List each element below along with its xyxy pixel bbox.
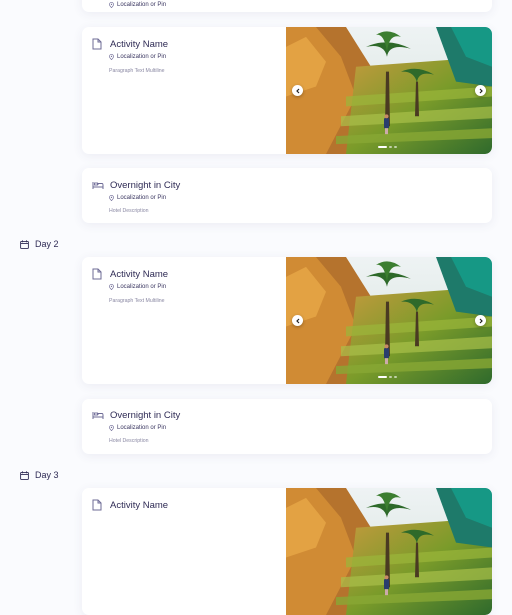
map-pin-icon	[109, 54, 114, 60]
location-text: Localization or Pin	[117, 284, 167, 290]
day-header[interactable]: Day 2	[20, 239, 59, 249]
calendar-icon	[20, 239, 29, 249]
activity-description: Paragraph Text Multiline	[109, 68, 165, 74]
rice-terrace-photo	[286, 257, 492, 384]
activity-card-partial[interactable]: Localization or Pin	[82, 0, 492, 12]
day-label: Day 2	[35, 239, 59, 249]
bed-icon	[92, 409, 104, 421]
hotel-description: Hotel Description	[109, 208, 149, 214]
activity-description: Paragraph Text Multiline	[109, 298, 165, 304]
location-row: Localization or Pin	[109, 425, 166, 431]
location-text: Localization or Pin	[117, 2, 167, 8]
carousel-dot[interactable]	[389, 146, 392, 148]
overnight-title-row: Overnight in City	[92, 179, 180, 191]
activity-title: Activity Name	[110, 38, 169, 50]
day-header[interactable]: Day 3	[20, 470, 59, 480]
activity-card[interactable]: Activity Name Localization or Pin Paragr…	[82, 257, 492, 384]
carousel-dot[interactable]	[389, 376, 392, 378]
activity-card[interactable]: Activity Name	[82, 488, 492, 615]
activity-title-row: Activity Name	[92, 38, 168, 50]
chevron-right-icon	[479, 88, 483, 93]
map-pin-icon	[109, 425, 114, 431]
bed-icon	[92, 179, 104, 191]
rice-terrace-photo	[286, 488, 492, 615]
carousel-dots	[378, 376, 397, 378]
activity-photo-carousel[interactable]	[286, 27, 492, 154]
overnight-title: Overnight in City	[110, 179, 181, 191]
activity-photo-carousel[interactable]	[286, 257, 492, 384]
carousel-dot[interactable]	[394, 376, 397, 378]
location-text: Localization or Pin	[117, 54, 167, 60]
location-text: Localization or Pin	[117, 425, 167, 431]
activity-title-row: Activity Name	[92, 499, 168, 511]
hotel-description: Hotel Description	[109, 438, 149, 444]
activity-card[interactable]: Activity Name Localization or Pin Paragr…	[82, 27, 492, 154]
map-pin-icon	[109, 195, 114, 201]
map-pin-icon	[109, 284, 114, 290]
activity-photo-carousel[interactable]	[286, 488, 492, 615]
chevron-left-icon	[295, 88, 299, 93]
activity-title: Activity Name	[110, 268, 169, 280]
document-icon	[92, 38, 104, 50]
location-row: Localization or Pin	[109, 2, 166, 8]
document-icon	[92, 499, 104, 511]
map-pin-icon	[109, 2, 114, 8]
document-icon	[92, 268, 104, 280]
location-row: Localization or Pin	[109, 284, 166, 290]
location-text: Localization or Pin	[117, 195, 167, 201]
location-row: Localization or Pin	[109, 54, 166, 60]
carousel-prev-button[interactable]	[292, 85, 303, 96]
carousel-dot[interactable]	[378, 376, 387, 378]
carousel-prev-button[interactable]	[292, 315, 303, 326]
carousel-dots	[378, 146, 397, 148]
activity-title-row: Activity Name	[92, 268, 168, 280]
activity-title: Activity Name	[110, 499, 169, 511]
calendar-icon	[20, 470, 29, 480]
overnight-title-row: Overnight in City	[92, 409, 180, 421]
day-label: Day 3	[35, 470, 59, 480]
overnight-title: Overnight in City	[110, 409, 181, 421]
carousel-dot[interactable]	[378, 146, 387, 148]
rice-terrace-photo	[286, 27, 492, 154]
overnight-card[interactable]: Overnight in City Localization or Pin Ho…	[82, 399, 492, 454]
chevron-right-icon	[479, 318, 483, 323]
carousel-next-button[interactable]	[475, 315, 486, 326]
carousel-dot[interactable]	[394, 146, 397, 148]
chevron-left-icon	[295, 318, 299, 323]
location-row: Localization or Pin	[109, 195, 166, 201]
overnight-card[interactable]: Overnight in City Localization or Pin Ho…	[82, 168, 492, 223]
carousel-next-button[interactable]	[475, 85, 486, 96]
